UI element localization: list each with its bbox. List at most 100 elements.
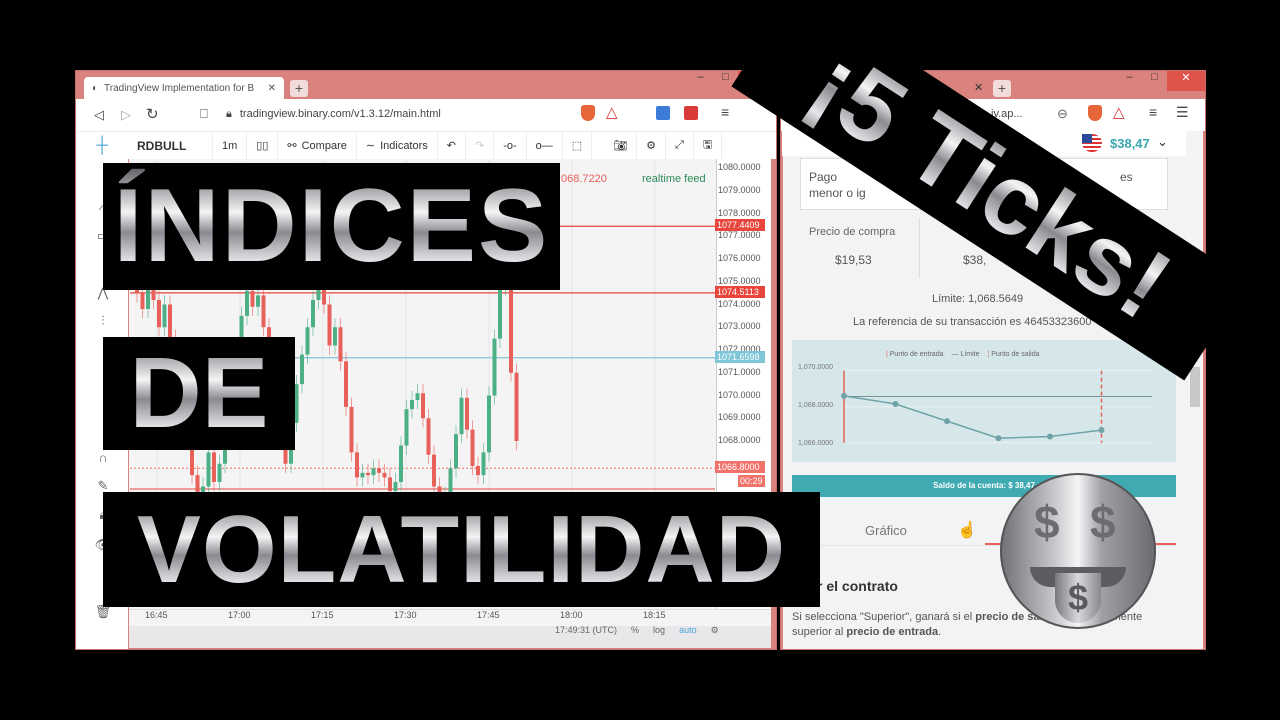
divider	[919, 218, 920, 278]
time-tick: 17:00	[228, 610, 251, 620]
candle-body	[509, 281, 513, 373]
media-icon[interactable]: ≡	[1149, 104, 1157, 120]
hand-cursor-icon: ☝	[957, 522, 977, 539]
candle-body	[140, 293, 145, 310]
us-flag-icon	[1082, 134, 1102, 152]
price-tag: 00:29	[738, 474, 765, 487]
time-tick: 16:45	[145, 610, 168, 620]
payout-value: $38,	[963, 253, 987, 267]
minimize-button[interactable]: –	[1117, 71, 1142, 91]
candle-body	[311, 299, 315, 328]
tab-chart[interactable]: Gráfico	[865, 523, 907, 538]
price-tick: 1068.0000	[718, 435, 761, 445]
candle-body	[459, 397, 464, 435]
candle-body	[349, 406, 354, 453]
title-box-de: DE	[103, 337, 295, 450]
candle-body	[476, 466, 480, 476]
fib-tool-icon[interactable]: ⫶	[93, 313, 113, 329]
candle-body	[498, 286, 502, 339]
legend-price: 068.7220	[561, 173, 607, 185]
price-tick: 1077.0000	[718, 230, 761, 241]
price-tick: 1080.0000	[718, 162, 761, 172]
dollar-tongue-icon: $	[1055, 573, 1101, 623]
maximize-button[interactable]: □	[1142, 71, 1167, 91]
candle-body	[168, 304, 172, 339]
tick-point	[841, 392, 847, 399]
purchase-price-label: Precio de compra	[809, 226, 896, 238]
title-box-volatilidad: VOLATILIDAD	[103, 492, 820, 607]
zoom-icon[interactable]: ⊖	[1057, 106, 1068, 122]
title-box-indices: ÍNDICES	[103, 163, 560, 290]
candle-body	[366, 472, 370, 476]
menu-icon[interactable]: ☰	[1176, 104, 1189, 121]
candle-body	[492, 338, 497, 396]
candle-body	[426, 418, 431, 455]
payout-text-2: menor o ig	[809, 186, 866, 200]
candle-body	[256, 295, 260, 307]
scrollbar-thumb[interactable]	[1190, 367, 1200, 407]
candle-body	[399, 445, 403, 482]
candle-body	[300, 354, 304, 385]
price-tick: 1070.0000	[718, 389, 761, 400]
close-window-button[interactable]: ✕	[1167, 71, 1205, 91]
candle-body	[432, 454, 436, 487]
price-tick: 1079.0000	[718, 184, 761, 195]
candle-body	[415, 393, 420, 401]
candle-body	[465, 397, 469, 430]
account-balance[interactable]: $38,47	[1110, 136, 1150, 151]
candle-body	[338, 327, 343, 362]
brave-shield-icon[interactable]	[1088, 105, 1102, 121]
candle-body	[333, 327, 337, 346]
purchase-price-value: $19,53	[835, 253, 872, 267]
tick-point	[995, 435, 1002, 442]
time-tick: 17:15	[311, 610, 334, 620]
candle-body	[481, 452, 486, 476]
utc-clock: 17:49:31 (UTC)	[555, 625, 618, 635]
candle-body	[261, 295, 266, 328]
scrollbar[interactable]	[1187, 131, 1203, 649]
axis-settings-icon[interactable]: ⚙	[711, 625, 719, 636]
brave-rewards-icon[interactable]: △	[1113, 103, 1125, 121]
tick-point	[1047, 433, 1053, 440]
price-tick: 1071.0000	[718, 366, 761, 377]
payout-text: Pago	[809, 170, 838, 184]
time-tick: 17:30	[394, 610, 417, 620]
auto-toggle[interactable]: auto	[679, 625, 697, 636]
new-tab-button[interactable]: +	[993, 80, 1011, 97]
candle-body	[393, 481, 398, 492]
candle-body	[327, 304, 332, 346]
money-face-icon: $ $ $	[1000, 473, 1156, 629]
dollar-eye-left-icon: $	[1034, 496, 1060, 548]
price-tag: 1071.6598	[715, 350, 765, 363]
candle-body	[487, 395, 491, 453]
tick-point	[944, 418, 950, 425]
tick-point	[1098, 427, 1105, 434]
price-tag: 1077.4409	[715, 219, 765, 232]
candle-body	[245, 290, 249, 316]
account-dropdown-icon[interactable]: ⌄	[1157, 134, 1168, 150]
candle-body	[250, 290, 255, 307]
tick-point	[892, 400, 899, 407]
candle-body	[382, 472, 387, 478]
candle-body	[421, 393, 425, 419]
percent-toggle[interactable]: %	[631, 625, 639, 636]
candle-body	[162, 304, 167, 328]
candle-body	[212, 452, 216, 482]
magnet-icon[interactable]: ∩	[93, 450, 113, 466]
price-tick: 1075.0000	[718, 275, 761, 286]
candle-body	[404, 409, 409, 446]
candle-body	[217, 463, 222, 482]
tab-close-icon[interactable]: ✕	[974, 81, 983, 94]
candle-body	[360, 472, 365, 478]
dollar-eye-right-icon: $	[1090, 496, 1116, 548]
time-tick: 18:00	[560, 610, 583, 620]
contract-line-chart	[841, 370, 1152, 444]
title-volatilidad: VOLATILIDAD	[136, 495, 787, 603]
candle-body	[294, 384, 299, 423]
tick-line	[843, 395, 1102, 440]
log-toggle[interactable]: log	[653, 625, 665, 636]
time-tick: 17:45	[477, 610, 500, 620]
candle-body	[355, 452, 359, 478]
candle-body	[206, 452, 211, 487]
price-tag: 1074.5113	[715, 285, 765, 298]
